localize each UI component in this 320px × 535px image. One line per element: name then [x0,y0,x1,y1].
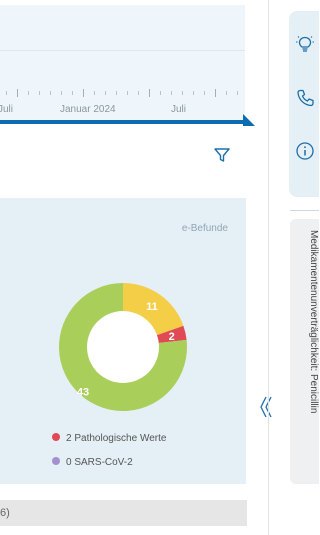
timeline-tick [94,91,95,95]
timeline-tick [138,91,139,95]
timeline-tick [105,91,106,95]
donut-label-2: 2 [169,331,175,343]
allergy-vertical-tab-label: Medikamentenunverträglichkeit: Penicilli… [308,230,319,414]
timeline-major-tick [83,89,84,97]
legend-text-sars-cov-2: 0 SARS-CoV-2 [66,457,133,468]
timeline-tick [182,91,183,95]
e-befunde-link[interactable]: e-Befunde [182,223,228,234]
timeline-tick [39,91,40,95]
timeline-tick [50,91,51,95]
filter-icon[interactable] [213,146,231,164]
timeline-tick [116,91,117,95]
donut-label-11: 11 [146,301,158,313]
lightbulb-icon[interactable] [295,34,315,54]
info-icon[interactable] [295,141,315,161]
legend-text-pathologische-werte: 2 Pathologische Werte [66,433,167,444]
phone-icon[interactable] [295,88,315,108]
timeline-major-tick [149,89,150,97]
legend-dot-purple [52,457,60,465]
timeline-label-january-2024: Januar 2024 [60,104,116,115]
timeline-label-july-1: Juli [0,104,14,115]
timeline-label-july-2: Juli [171,104,187,115]
donut-label-43: 43 [77,387,89,399]
double-chevron-left-icon [260,396,272,418]
page: Juli Januar 2024 Juli e-Befunde 11 2 43 2 … [0,0,319,535]
timeline-tick [61,91,62,95]
legend-item-pathologische-werte: 2 Pathologische Werte [52,433,166,444]
donut-hole [87,311,159,383]
footer-bar[interactable]: 6) [0,500,247,526]
timeline-tick [193,91,194,95]
timeline-tick [72,91,73,95]
timeline-tick [6,91,7,95]
footer-text: 6) [0,507,10,519]
vertical-divider [268,0,269,535]
timeline-tick [127,91,128,95]
timeline-gridline [0,50,245,51]
timeline-major-tick [215,89,216,97]
timeline-chart[interactable]: Juli Januar 2024 Juli [0,5,245,121]
timeline-tick [226,91,227,95]
legend-item-sars-cov-2: 0 SARS-CoV-2 [52,457,133,468]
timeline-tick [204,91,205,95]
timeline-range-handle[interactable] [243,114,255,126]
timeline-tick [160,91,161,95]
timeline-tick [28,91,29,95]
timeline-tick [237,91,238,95]
timeline-range-bar[interactable] [0,120,245,124]
timeline-tick [171,91,172,95]
findings-donut-chart: 11 2 43 [59,283,187,411]
findings-chart-card: e-Befunde 11 2 43 2 Pathologische Werte 0 … [0,198,246,484]
timeline-major-tick [17,89,18,97]
sidebar-separator [290,210,319,211]
legend-dot-red [52,433,60,441]
timeline-ticks [0,89,245,101]
